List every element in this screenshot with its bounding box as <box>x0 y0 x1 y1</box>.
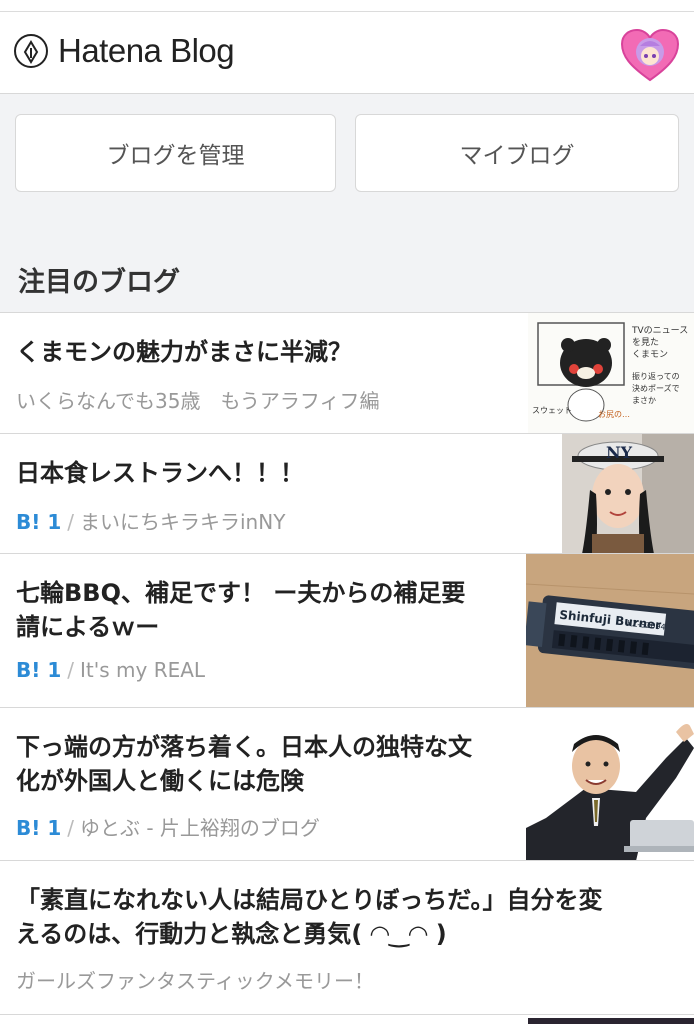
entry-thumbnail <box>526 708 694 860</box>
entry-title[interactable]: 下っ端の方が落ち着く。日本人の独特な文 化が外国人と働くには危険 <box>16 730 472 798</box>
list-item[interactable]: 七輪BBQ、補足です！ ー夫からの補足要 請によるｗー B! 1/It's my… <box>0 554 694 708</box>
entry-thumbnail <box>528 1015 694 1024</box>
list-item-partial <box>0 1015 694 1024</box>
manage-blog-button[interactable]: ブログを管理 <box>15 114 336 192</box>
svg-text:まさか: まさか <box>632 396 656 405</box>
entry-thumbnail: Shinfuji Burner KZ-S2094 <box>526 554 694 707</box>
entry-blog-name[interactable]: ガールズファンタスティックメモリー！ <box>16 965 374 994</box>
bookmark-count[interactable]: B! 1 <box>16 658 61 682</box>
svg-text:お尻の…: お尻の… <box>598 410 630 419</box>
entry-blog-name[interactable]: It's my REAL <box>80 658 205 682</box>
svg-text:振り返っての: 振り返っての <box>632 371 680 381</box>
svg-text:スウェット: スウェット <box>532 406 572 415</box>
svg-text:を見た: を見た <box>632 337 659 348</box>
logo-text: Hatena Blog <box>58 32 235 69</box>
entry-meta: B! 1/It's my REAL <box>16 658 206 682</box>
entry-title[interactable]: 日本食レストランへ！！！ <box>16 456 304 490</box>
section-title: 注目のブログ <box>18 267 180 298</box>
list-item[interactable]: くまモンの魅力がまさに半減？ いくらなんでも35歳 もうアラフィフ編 TVのニュ… <box>0 313 694 434</box>
entry-blog-name[interactable]: いくらなんでも35歳 もうアラフィフ編 <box>16 385 379 414</box>
list-item[interactable]: 下っ端の方が落ち着く。日本人の独特な文 化が外国人と働くには危険 B! 1/ゆと… <box>0 708 694 861</box>
status-strip <box>0 0 694 12</box>
user-avatar[interactable] <box>620 28 680 82</box>
entry-title-line: 七輪BBQ、補足です！ ー夫からの補足要 <box>16 579 466 607</box>
svg-text:くまモン: くまモン <box>632 349 668 360</box>
entry-title-line: 「素直になれない人は結局ひとりぼっちだ。」自分を変 <box>16 886 603 914</box>
svg-text:NY: NY <box>606 443 633 462</box>
bookmark-count[interactable]: B! 1 <box>16 510 61 534</box>
app-header: Hatena Blog <box>0 12 694 94</box>
featured-blog-list: くまモンの魅力がまさに半減？ いくらなんでも35歳 もうアラフィフ編 TVのニュ… <box>0 312 694 1024</box>
entry-title-line: 請によるｗー <box>16 613 160 641</box>
entry-title-line: 下っ端の方が落ち着く。日本人の独特な文 <box>16 733 472 761</box>
list-item[interactable]: 「素直になれない人は結局ひとりぼっちだ。」自分を変 えるのは、行動力と執念と勇気… <box>0 861 694 1015</box>
bookmark-count[interactable]: B! 1 <box>16 816 61 840</box>
pen-nib-icon <box>14 34 48 68</box>
entry-title[interactable]: 「素直になれない人は結局ひとりぼっちだ。」自分を変 えるのは、行動力と執念と勇気… <box>16 883 603 951</box>
entry-meta: B! 1/まいにちキラキラinNY <box>16 510 286 534</box>
my-blog-button[interactable]: マイブログ <box>355 114 679 192</box>
list-item[interactable]: 日本食レストランへ！！！ B! 1/まいにちキラキラinNY NY <box>0 434 694 554</box>
entry-title[interactable]: くまモンの魅力がまさに半減？ <box>16 335 352 369</box>
entry-title-line: 化が外国人と働くには危険 <box>16 767 304 795</box>
entry-thumbnail: NY <box>562 434 694 553</box>
svg-text:TVのニュース: TVのニュース <box>631 326 688 336</box>
entry-blog-name[interactable]: まいにちキラキラinNY <box>80 510 285 534</box>
entry-title-line: えるのは、行動力と執念と勇気( ◠‿◠ ) <box>16 920 447 948</box>
svg-text:決めポーズで: 決めポーズで <box>632 383 680 393</box>
nav-area: ブログを管理 マイブログ 注目のブログ <box>0 94 694 312</box>
entry-meta: B! 1/ゆとぶ - 片上裕翔のブログ <box>16 816 320 840</box>
hatena-blog-logo[interactable]: Hatena Blog <box>14 32 235 70</box>
entry-thumbnail: TVのニュース を見た くまモン 振り返っての 決めポーズで まさか お尻の… … <box>528 313 694 433</box>
entry-blog-name[interactable]: ゆとぶ - 片上裕翔のブログ <box>80 816 320 840</box>
entry-title[interactable]: 七輪BBQ、補足です！ ー夫からの補足要 請によるｗー <box>16 576 465 644</box>
